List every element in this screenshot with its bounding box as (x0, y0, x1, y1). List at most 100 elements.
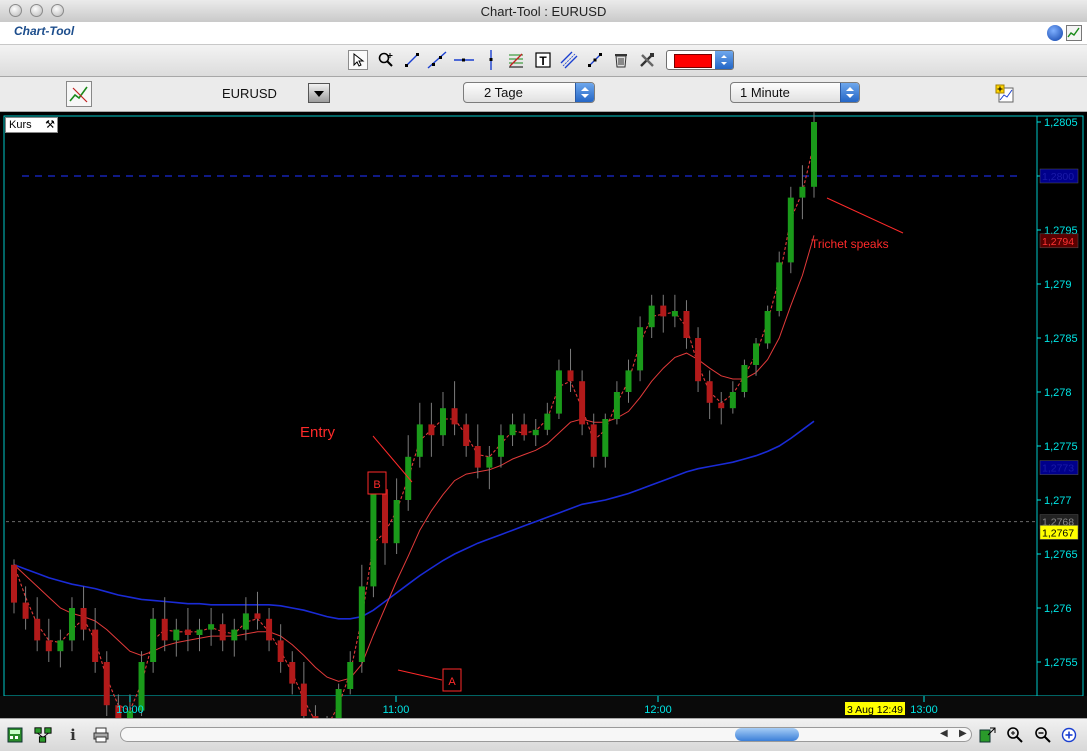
candle (544, 413, 551, 430)
price-tag-label: 1,2767 (1042, 527, 1074, 539)
symbol-dropdown-button[interactable] (308, 83, 330, 103)
x-tick-label: 12:00 (644, 704, 672, 716)
y-tick-label: 1,2805 (1044, 117, 1078, 129)
candle (347, 662, 354, 689)
symbol-label: EURUSD (222, 86, 277, 101)
period-value: 2 Tage (484, 85, 523, 100)
zoom-icon[interactable] (376, 50, 396, 70)
candle (671, 311, 678, 317)
price-tag-label: 1,2800 (1042, 171, 1074, 183)
candle (637, 327, 644, 371)
candle (683, 311, 690, 338)
chevron-updown-icon (840, 83, 859, 102)
candle (741, 365, 748, 392)
candle (382, 489, 389, 544)
vertical-line-icon[interactable] (481, 50, 501, 70)
y-tick-label: 1,2755 (1044, 657, 1078, 669)
candle (625, 370, 632, 392)
status-bar: i ◀ ▶ (0, 718, 1087, 751)
candle (590, 424, 597, 457)
calculator-icon[interactable] (6, 726, 24, 744)
candle (416, 424, 423, 457)
candle (428, 424, 435, 436)
candle (57, 640, 64, 652)
trendline-icon[interactable] (402, 50, 422, 70)
window-titlebar: Chart-Tool : EURUSD (0, 0, 1087, 23)
candle (45, 640, 52, 652)
candle (555, 370, 562, 414)
help-icon[interactable] (1047, 25, 1063, 41)
candle (80, 608, 87, 630)
period-select[interactable]: 2 Tage (463, 82, 595, 103)
interval-select[interactable]: 1 Minute (730, 82, 860, 103)
zoom-out-icon[interactable] (1034, 726, 1052, 744)
tools-icon[interactable] (637, 50, 657, 70)
y-tick-label: 1,2775 (1044, 441, 1078, 453)
panel-label[interactable]: Kurs ⚒ (5, 117, 58, 133)
pointer-icon[interactable] (348, 50, 368, 70)
candle (729, 392, 736, 409)
horizontal-line-icon[interactable] (454, 50, 474, 70)
candle (231, 629, 238, 641)
trash-icon[interactable] (611, 50, 631, 70)
text-icon[interactable]: T (533, 50, 553, 70)
candle (289, 662, 296, 684)
candle (451, 408, 458, 425)
price-chart[interactable]: 1,28051,281,27951,2791,27851,2781,27751,… (0, 111, 1087, 749)
indicator-settings-icon[interactable] (66, 81, 92, 107)
y-tick-label: 1,277 (1044, 495, 1072, 507)
candle (602, 419, 609, 457)
candle (184, 629, 191, 635)
y-tick-label: 1,2765 (1044, 549, 1078, 561)
candle (208, 624, 215, 630)
scroll-left-icon[interactable]: ◀ (940, 728, 948, 739)
candle (173, 629, 180, 641)
zoom-area-icon[interactable] (1006, 726, 1024, 744)
candle (196, 629, 203, 635)
trichet-label: Trichet speaks (811, 237, 889, 251)
ray-icon[interactable] (427, 50, 447, 70)
time-scrollbar-thumb[interactable] (735, 728, 799, 741)
candle (509, 424, 516, 436)
candle (219, 624, 226, 641)
interval-value: 1 Minute (740, 85, 790, 100)
entry-label: Entry (300, 424, 336, 441)
info-icon[interactable]: i (64, 726, 82, 744)
x-tick-label: 13:00 (910, 704, 938, 716)
candle (150, 618, 157, 662)
time-scrollbar[interactable] (120, 727, 972, 742)
candle (776, 262, 783, 311)
candle (277, 640, 284, 662)
candle (474, 446, 481, 468)
candle (718, 402, 725, 409)
add-chart-icon[interactable] (995, 84, 1015, 104)
candle (463, 424, 470, 446)
wrench-icon[interactable]: ⚒ (45, 118, 55, 131)
fibonacci-icon[interactable] (506, 50, 526, 70)
zoom-fit-icon[interactable] (978, 726, 996, 744)
line-color-picker[interactable] (666, 50, 734, 70)
printer-icon[interactable] (92, 726, 110, 744)
price-tag-label: 1,2794 (1042, 236, 1074, 248)
scroll-right-icon[interactable]: ▶ (959, 728, 967, 739)
candle (521, 424, 528, 436)
candle (787, 197, 794, 263)
candle (92, 629, 99, 662)
candle (103, 662, 110, 706)
network-icon[interactable] (34, 726, 52, 744)
chart-window-icon[interactable] (1066, 25, 1082, 41)
candle (753, 343, 760, 365)
candle (335, 689, 342, 727)
candle (393, 500, 400, 544)
candle (11, 564, 17, 603)
chart-area[interactable]: 1,28051,281,27951,2791,27851,2781,27751,… (0, 111, 1087, 749)
cross-icon[interactable] (585, 50, 605, 70)
candle (254, 613, 261, 619)
chart-controls: EURUSD 2 Tage 1 Minute (0, 77, 1087, 112)
y-tick-label: 1,279 (1044, 279, 1072, 291)
candle (161, 618, 168, 641)
chevron-updown-icon (715, 51, 733, 69)
channel-icon[interactable] (559, 50, 579, 70)
zoom-in-icon[interactable] (1060, 726, 1078, 744)
candle (242, 613, 249, 630)
